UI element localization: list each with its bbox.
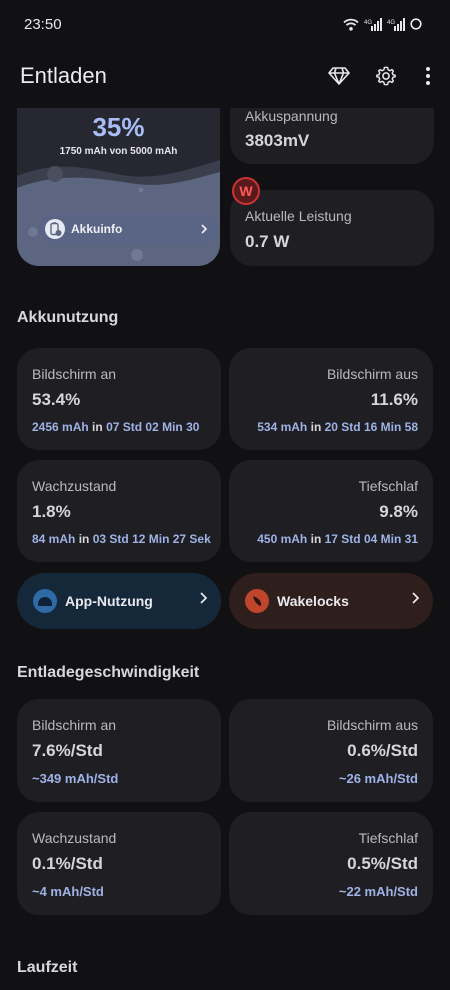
status-bar: 23:50 4G 4G	[0, 0, 450, 50]
svg-text:4G: 4G	[387, 20, 395, 26]
wifi-icon	[343, 18, 359, 31]
signal-sim2-icon: 4G	[387, 17, 405, 31]
chevron-right-icon	[201, 224, 207, 234]
voltage-value: 3803mV	[245, 131, 310, 150]
battery-info-icon	[45, 219, 65, 239]
bubble	[138, 187, 144, 193]
bubble	[131, 249, 143, 261]
speed-screen-on-sub: ~349 mAh/Std	[32, 771, 119, 786]
premium-button[interactable]	[326, 63, 352, 89]
speed-screen-on-card: Bildschirm an 7.6%/Std ~349 mAh/Std	[17, 699, 221, 802]
status-time: 23:50	[24, 16, 62, 33]
overflow-menu-button[interactable]	[415, 63, 441, 89]
speed-screen-on-label: Bildschirm an	[32, 717, 117, 733]
akkuinfo-label: Akkuinfo	[71, 222, 123, 236]
app-usage-button[interactable]: App-Nutzung	[17, 573, 221, 629]
settings-button[interactable]	[373, 63, 399, 89]
usage-deep-sleep-label: Tiefschlaf	[358, 478, 418, 494]
wakelocks-button[interactable]: Wakelocks	[229, 573, 433, 629]
usage-deep-sleep-card: Tiefschlaf 9.8% 450 mAh in 17 Std 04 Min…	[229, 460, 433, 562]
battery-percent: 35%	[92, 112, 145, 142]
usage-awake-label: Wachzustand	[32, 478, 117, 494]
chevron-right-icon	[412, 592, 419, 604]
speed-screen-off-card: Bildschirm aus 0.6%/Std ~26 mAh/Std	[229, 699, 433, 802]
speed-awake-sub: ~4 mAh/Std	[32, 884, 104, 899]
usage-screen-off-detail: 534 mAh in 20 Std 16 Min 58	[257, 420, 418, 434]
bubble	[47, 166, 63, 182]
speed-deep-sleep-sub: ~22 mAh/Std	[338, 884, 418, 899]
speed-deep-sleep-value: 0.5%/Std	[347, 854, 418, 873]
speed-screen-off-value: 0.6%/Std	[347, 741, 418, 760]
page-title: Entladen	[20, 63, 107, 88]
bubble	[28, 227, 38, 237]
speed-deep-sleep-card: Tiefschlaf 0.5%/Std ~22 mAh/Std	[229, 812, 433, 915]
speed-screen-off-label: Bildschirm aus	[326, 717, 418, 733]
usage-screen-off-card: Bildschirm aus 11.6% 534 mAh in 20 Std 1…	[229, 348, 433, 450]
power-badge-icon: W	[232, 177, 260, 205]
diamond-icon	[328, 67, 350, 85]
power-badge-label: W	[239, 183, 253, 199]
battery-level-card: 35% 1750 mAh von 5000 mAh Akkuinfo	[17, 108, 220, 266]
status-icons: 4G 4G	[343, 16, 422, 32]
power-label: Aktuelle Leistung	[245, 208, 352, 224]
voltage-card: Akkuspannung 3803mV	[230, 108, 434, 164]
voltage-label: Akkuspannung	[245, 108, 338, 124]
usage-screen-off-value: 11.6%	[370, 390, 418, 409]
speed-awake-card: Wachzustand 0.1%/Std ~4 mAh/Std	[17, 812, 221, 915]
svg-text:4G: 4G	[364, 20, 372, 26]
signal-sim1-icon: 4G	[364, 17, 382, 31]
usage-deep-sleep-detail: 450 mAh in 17 Std 04 Min 31	[257, 532, 418, 546]
runtime-title: Laufzeit	[17, 959, 78, 976]
gear-icon	[376, 66, 396, 86]
discharge-speed-title: Entladegeschwindigkeit	[17, 664, 200, 681]
speed-deep-sleep-label: Tiefschlaf	[358, 830, 418, 846]
usage-awake-value: 1.8%	[32, 502, 71, 521]
battery-capacity-text: 1750 mAh von 5000 mAh	[59, 146, 178, 157]
chevron-right-icon	[200, 592, 207, 604]
usage-screen-on-card: Bildschirm an 53.4% 2456 mAh in 07 Std 0…	[17, 348, 221, 450]
speed-screen-off-sub: ~26 mAh/Std	[338, 771, 418, 786]
usage-deep-sleep-value: 9.8%	[379, 502, 418, 521]
speed-awake-value: 0.1%/Std	[32, 854, 103, 873]
usage-awake-detail: 84 mAh in 03 Std 12 Min 27 Sek	[32, 532, 211, 546]
more-vertical-icon	[426, 67, 430, 85]
app-usage-icon	[33, 589, 57, 613]
usage-screen-on-label: Bildschirm an	[32, 366, 117, 382]
usage-screen-on-value: 53.4%	[32, 390, 81, 409]
power-card: Aktuelle Leistung 0.7 W	[230, 190, 434, 266]
battery-status-icon	[410, 18, 422, 30]
usage-screen-on-detail: 2456 mAh in 07 Std 02 Min 30	[32, 420, 200, 434]
wakelocks-label: Wakelocks	[277, 593, 349, 609]
app-usage-label: App-Nutzung	[65, 593, 153, 609]
battery-usage-title: Akkunutzung	[17, 309, 119, 326]
wakelocks-icon	[245, 589, 269, 613]
usage-awake-card: Wachzustand 1.8% 84 mAh in 03 Std 12 Min…	[17, 460, 221, 562]
speed-awake-label: Wachzustand	[32, 830, 117, 846]
usage-screen-off-label: Bildschirm aus	[326, 366, 418, 382]
akkuinfo-button[interactable]: Akkuinfo	[39, 214, 217, 244]
speed-screen-on-value: 7.6%/Std	[32, 741, 103, 760]
power-value: 0.7 W	[245, 232, 290, 251]
app-bar: Entladen	[0, 50, 450, 108]
